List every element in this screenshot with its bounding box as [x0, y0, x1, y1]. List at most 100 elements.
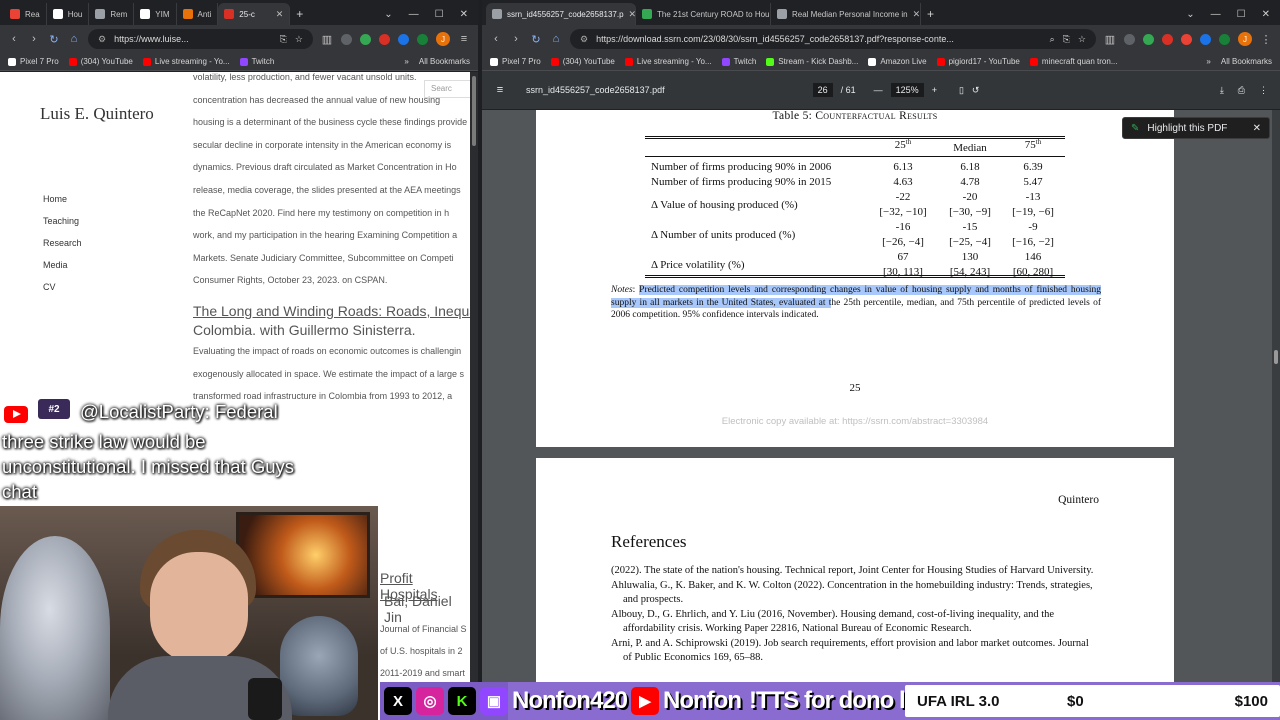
close-tab-icon[interactable]: ✕ [276, 9, 284, 20]
pdf-menu-icon[interactable]: ≡ [494, 84, 506, 96]
back-icon[interactable]: ‹ [490, 33, 502, 45]
tab-search-icon[interactable]: ⌄ [384, 9, 392, 20]
bookmark-item[interactable]: Live streaming - Yo... [142, 57, 230, 66]
menu-icon[interactable]: ≡ [458, 33, 470, 45]
nav-teaching[interactable]: Teaching [43, 216, 82, 238]
bookmark-item[interactable]: Pixel 7 Pro [490, 57, 541, 66]
left-scrollbar[interactable] [470, 72, 478, 720]
left-address-bar[interactable]: ⚙ https://www.luise... ⎘ ☆ [88, 29, 313, 49]
text-line[interactable]: the ReCapNet 2020. Find here my testimon… [193, 202, 470, 225]
home-icon[interactable]: ⌂ [68, 33, 80, 45]
paper-title-link[interactable]: The Long and Winding Roads: Roads, Inequ… [193, 302, 470, 321]
more-bookmarks-icon[interactable]: » [404, 57, 408, 66]
page-number-input[interactable]: 26 [812, 83, 833, 97]
scroll-thumb[interactable] [472, 76, 476, 146]
reload-icon[interactable]: ↻ [48, 33, 60, 46]
left-tab-1[interactable]: Hou [47, 3, 90, 25]
nav-research[interactable]: Research [43, 238, 82, 260]
profile-avatar[interactable]: J [1238, 32, 1252, 46]
more-bookmarks-icon[interactable]: » [1206, 57, 1210, 66]
menu-icon[interactable]: ⋮ [1260, 33, 1272, 46]
maximize-icon[interactable]: ☐ [435, 9, 444, 20]
bookmark-item[interactable]: (304) YouTube [68, 57, 133, 66]
bookmark-item[interactable]: (304) YouTube [550, 57, 615, 66]
zoom-in-icon[interactable]: + [932, 85, 937, 95]
site-name[interactable]: Luis E. Quintero [40, 104, 160, 124]
text-line[interactable]: Consumer Rights, October 23, 2023. on CS… [193, 269, 470, 292]
site-info-icon[interactable]: ⚙ [98, 34, 106, 45]
zoom-search-icon[interactable]: ⌕ [1050, 34, 1055, 45]
reload-icon[interactable]: ↻ [530, 33, 542, 46]
close-tab-icon[interactable]: ✕ [913, 9, 920, 20]
extension-icon[interactable] [379, 33, 390, 45]
share-icon[interactable]: ⎘ [1063, 34, 1070, 45]
bookmark-star-icon[interactable]: ☆ [295, 34, 303, 45]
bookmark-item[interactable]: Twitch [721, 57, 756, 66]
fit-page-icon[interactable]: ▯ [959, 85, 964, 96]
extension-icon[interactable] [360, 33, 371, 45]
extension-icon[interactable] [417, 33, 428, 45]
bookmark-star-icon[interactable]: ☆ [1078, 34, 1086, 45]
text-line[interactable]: dynamics. Previous draft circulated as M… [193, 156, 470, 179]
left-tab-2[interactable]: Rem [89, 3, 135, 25]
more-options-icon[interactable]: ⋮ [1259, 85, 1268, 96]
forward-icon[interactable]: › [510, 33, 522, 45]
text-line[interactable]: release, media coverage, the slides pres… [193, 179, 470, 202]
maximize-icon[interactable]: ☐ [1237, 9, 1246, 20]
nav-media[interactable]: Media [43, 260, 82, 282]
tab-search-icon[interactable]: ⌄ [1186, 9, 1194, 20]
close-popup-icon[interactable]: ✕ [1253, 123, 1261, 134]
bookmark-item[interactable]: pigiord17 - YouTube [936, 57, 1020, 66]
minimize-icon[interactable]: — [409, 9, 419, 20]
right-tab-1[interactable]: The 21st Century ROAD to Hou✕ [636, 3, 771, 25]
bookmark-item[interactable]: Live streaming - Yo... [624, 57, 712, 66]
right-tab-2[interactable]: Real Median Personal Income in ✕ [771, 3, 921, 25]
zoom-input[interactable]: 125% [890, 83, 924, 97]
pdf-scrollbar[interactable] [1272, 110, 1280, 720]
bookmark-item[interactable]: Twitch [239, 57, 274, 66]
left-tab-3[interactable]: YIM [134, 3, 177, 25]
site-info-icon[interactable]: ⚙ [580, 34, 588, 45]
bookmark-item[interactable]: Amazon Live [868, 57, 927, 66]
highlight-pdf-button[interactable]: Highlight this PDF [1147, 123, 1227, 134]
minimize-icon[interactable]: — [1211, 9, 1221, 20]
download-icon[interactable]: ⤓ [1220, 85, 1224, 96]
paper-title-link-2[interactable]: Colombia. with Guillermo Sinisterra. [193, 321, 470, 340]
left-tab-0[interactable]: Rea [4, 3, 47, 25]
profile-avatar[interactable]: J [436, 32, 450, 46]
extension-icon[interactable] [1143, 33, 1154, 45]
right-tab-pdf-active[interactable]: ssrn_id4556257_code2658137.p ✕ [486, 3, 636, 25]
new-tab-button[interactable]: + [921, 3, 940, 25]
extension-icon[interactable]: ▥ [321, 33, 333, 46]
all-bookmarks-folder[interactable]: All Bookmarks [419, 57, 470, 66]
right-address-bar[interactable]: ⚙ https://download.ssrn.com/23/08/30/ssr… [570, 29, 1096, 49]
close-tab-icon[interactable]: ✕ [629, 9, 635, 20]
extension-icon[interactable] [1200, 33, 1211, 45]
nav-cv[interactable]: CV [43, 282, 82, 304]
site-search-input[interactable]: Searc [424, 80, 470, 98]
extension-icon[interactable] [398, 33, 409, 45]
left-tab-5-active[interactable]: 25-c ✕ [218, 3, 291, 25]
bookmark-item[interactable]: Pixel 7 Pro [8, 57, 59, 66]
home-icon[interactable]: ⌂ [550, 33, 562, 45]
new-tab-button[interactable]: + [290, 3, 309, 25]
highlight-pdf-popup[interactable]: ✎ Highlight this PDF ✕ [1122, 117, 1270, 139]
rotate-icon[interactable]: ↺ [972, 85, 980, 96]
ssrn-watermark[interactable]: Electronic copy available at: https://ss… [536, 416, 1174, 427]
extension-icon[interactable] [1124, 33, 1135, 45]
close-window-icon[interactable]: ✕ [460, 9, 468, 20]
bookmark-item[interactable]: minecraft quan tron... [1029, 57, 1117, 66]
scroll-thumb[interactable] [1274, 350, 1278, 364]
pdf-viewport[interactable]: Table 5: Counterfactual Results 25th Med… [482, 110, 1280, 720]
back-icon[interactable]: ‹ [8, 33, 20, 45]
all-bookmarks-folder[interactable]: All Bookmarks [1221, 57, 1272, 66]
table-notes[interactable]: Notes: Predicted competition levels and … [611, 284, 1102, 322]
nav-home[interactable]: Home [43, 194, 82, 216]
bookmark-item[interactable]: Stream - Kick Dashb... [766, 57, 858, 66]
close-window-icon[interactable]: ✕ [1262, 9, 1270, 20]
extension-icon[interactable] [1219, 33, 1230, 45]
zoom-out-icon[interactable]: — [874, 85, 883, 95]
extension-icon[interactable] [341, 33, 352, 45]
left-tab-4[interactable]: Anti [177, 3, 219, 25]
extension-icon[interactable] [1162, 33, 1173, 45]
